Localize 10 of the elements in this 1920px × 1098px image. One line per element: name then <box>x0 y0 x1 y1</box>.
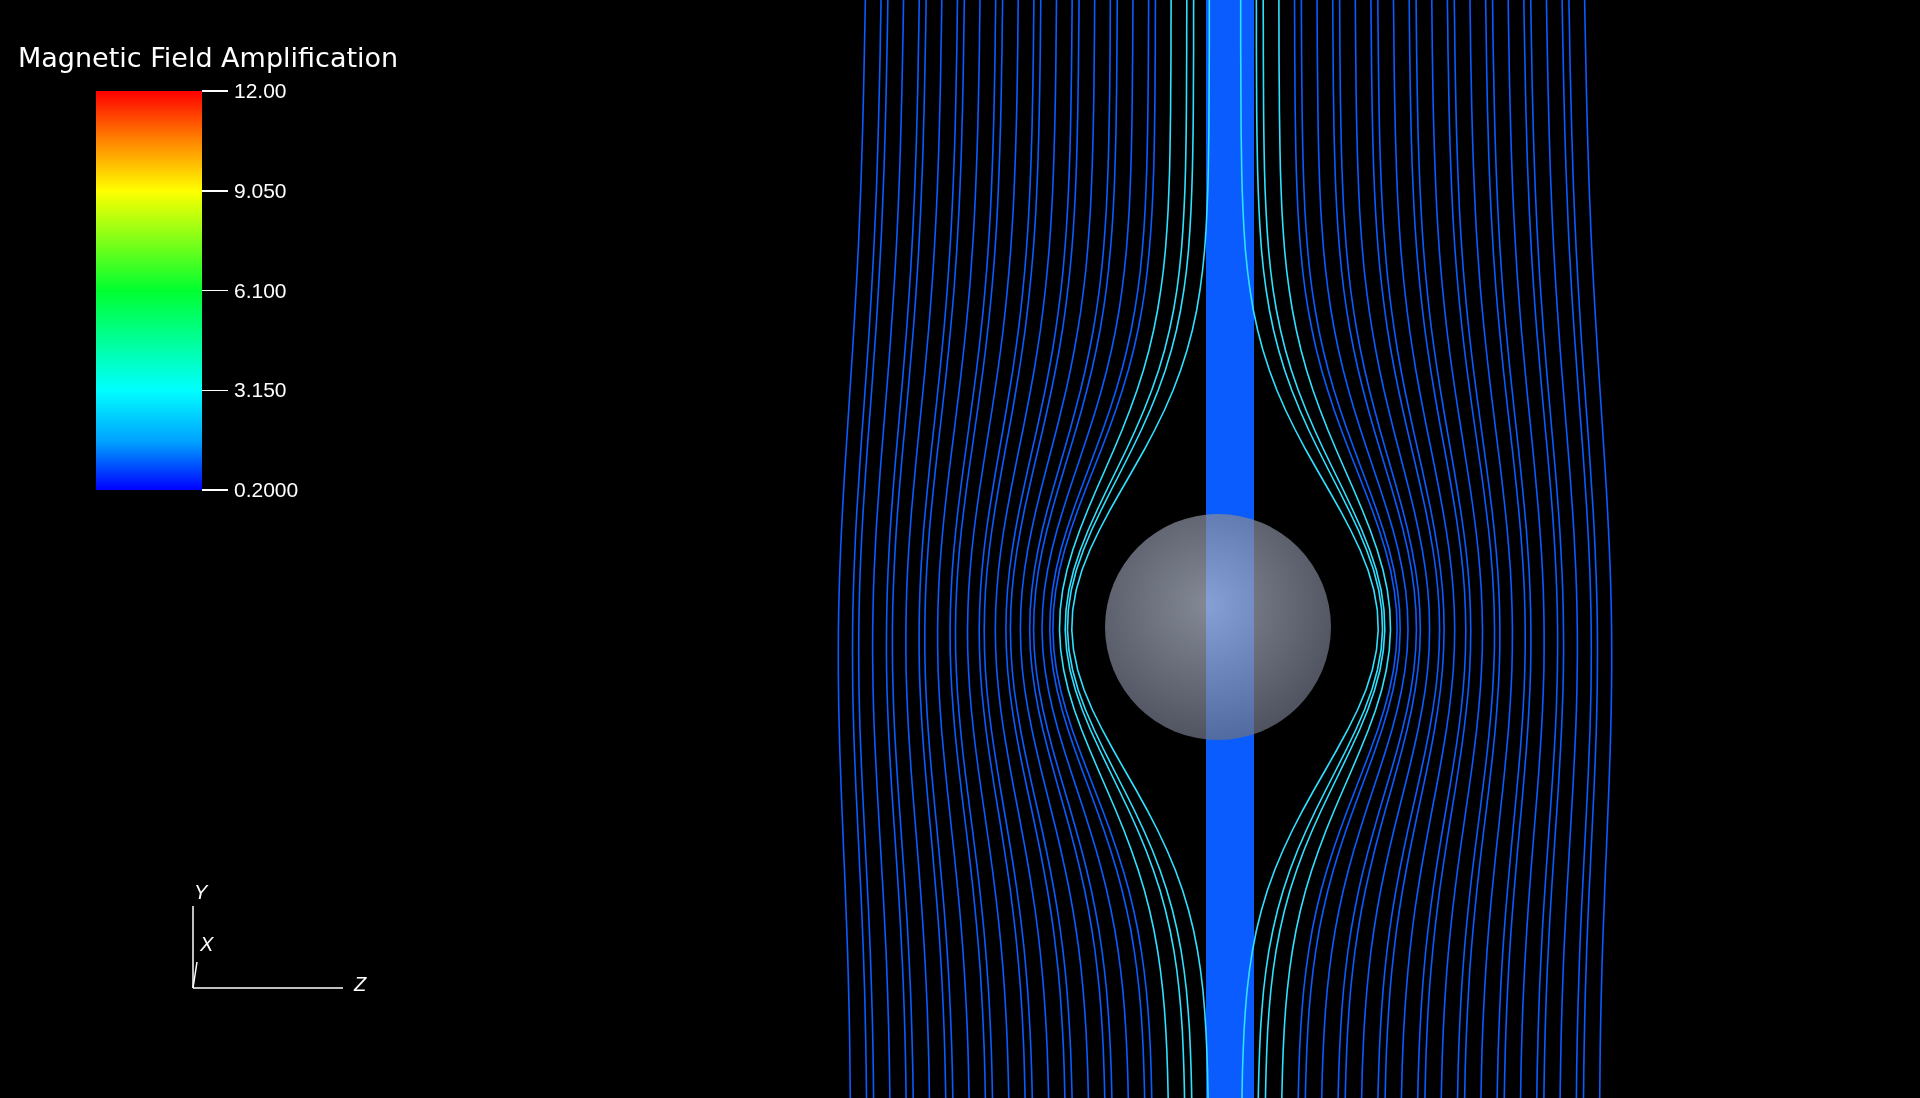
tick-label: 6.100 <box>234 278 287 303</box>
legend-title: Magnetic Field Amplification <box>18 42 399 73</box>
axes-icon <box>191 906 345 990</box>
tick-label: 12.00 <box>234 79 287 103</box>
tick-label: 3.150 <box>234 378 287 403</box>
axis-label: X <box>200 933 214 956</box>
tick-label: 9.050 <box>234 178 287 203</box>
tick-label: 0.2000 <box>234 478 299 502</box>
axis-label: Y <box>194 881 208 904</box>
axis-label: Z <box>354 973 367 996</box>
